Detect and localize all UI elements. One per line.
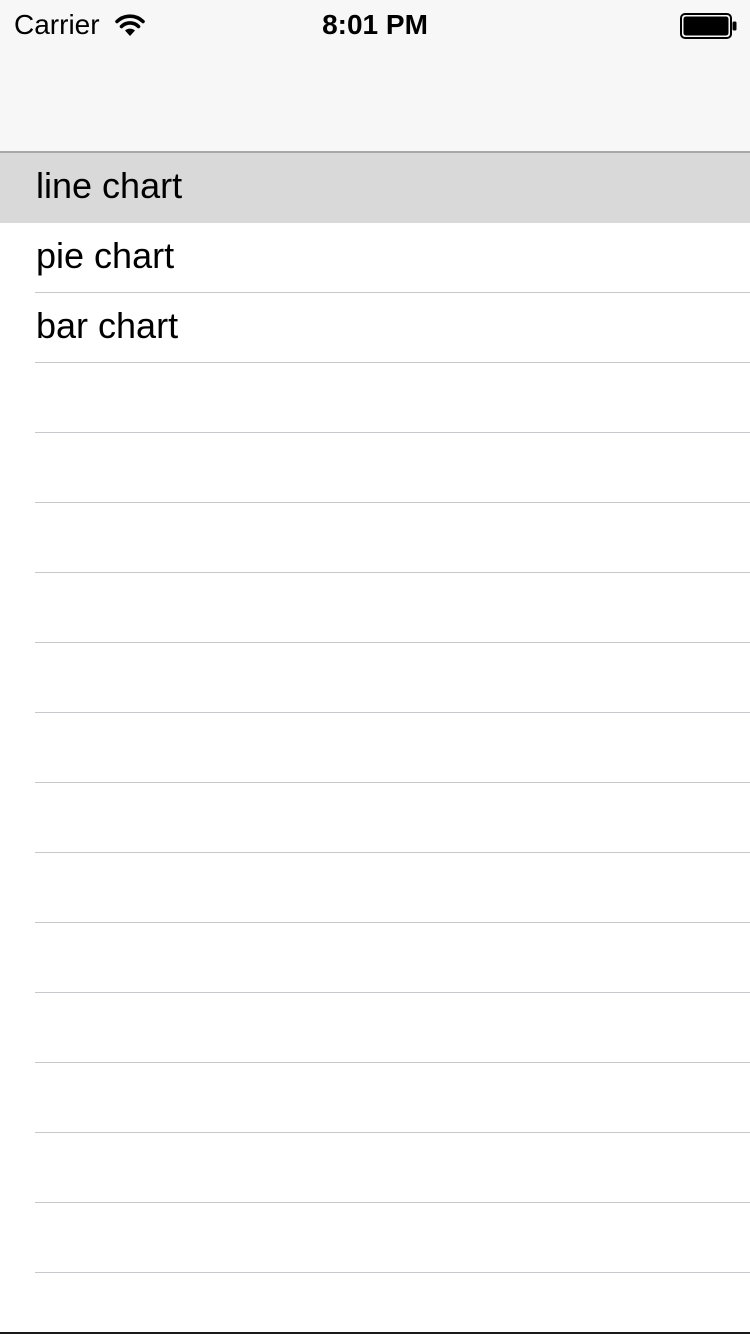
empty-list-row[interactable] xyxy=(0,1133,750,1203)
empty-list-row[interactable] xyxy=(0,713,750,783)
navigation-bar: Carrier 8:01 PM xyxy=(0,0,750,153)
empty-list-row[interactable] xyxy=(0,573,750,643)
empty-list-row[interactable] xyxy=(0,433,750,503)
empty-list-row[interactable] xyxy=(0,363,750,433)
chart-type-list: line chart pie chart bar chart xyxy=(0,153,750,1273)
empty-list-row[interactable] xyxy=(0,643,750,713)
list-item[interactable]: pie chart xyxy=(0,223,750,293)
empty-list-row[interactable] xyxy=(0,923,750,993)
empty-list-row[interactable] xyxy=(0,1063,750,1133)
status-time: 8:01 PM xyxy=(322,9,428,40)
battery-full-icon xyxy=(680,13,737,39)
row-separator xyxy=(35,1272,750,1273)
list-item[interactable]: bar chart xyxy=(0,293,750,363)
status-bar: Carrier 8:01 PM xyxy=(0,0,750,50)
empty-list-row[interactable] xyxy=(0,993,750,1063)
screen: Carrier 8:01 PM line chart pie chart bar c… xyxy=(0,0,750,1334)
empty-list-row[interactable] xyxy=(0,853,750,923)
empty-list-row[interactable] xyxy=(0,1203,750,1273)
empty-list-row[interactable] xyxy=(0,783,750,853)
list-item[interactable]: line chart xyxy=(0,153,750,223)
empty-list-row[interactable] xyxy=(0,503,750,573)
list-item-label: pie chart xyxy=(36,235,175,276)
list-item-label: bar chart xyxy=(36,305,179,346)
list-item-label: line chart xyxy=(36,165,183,206)
